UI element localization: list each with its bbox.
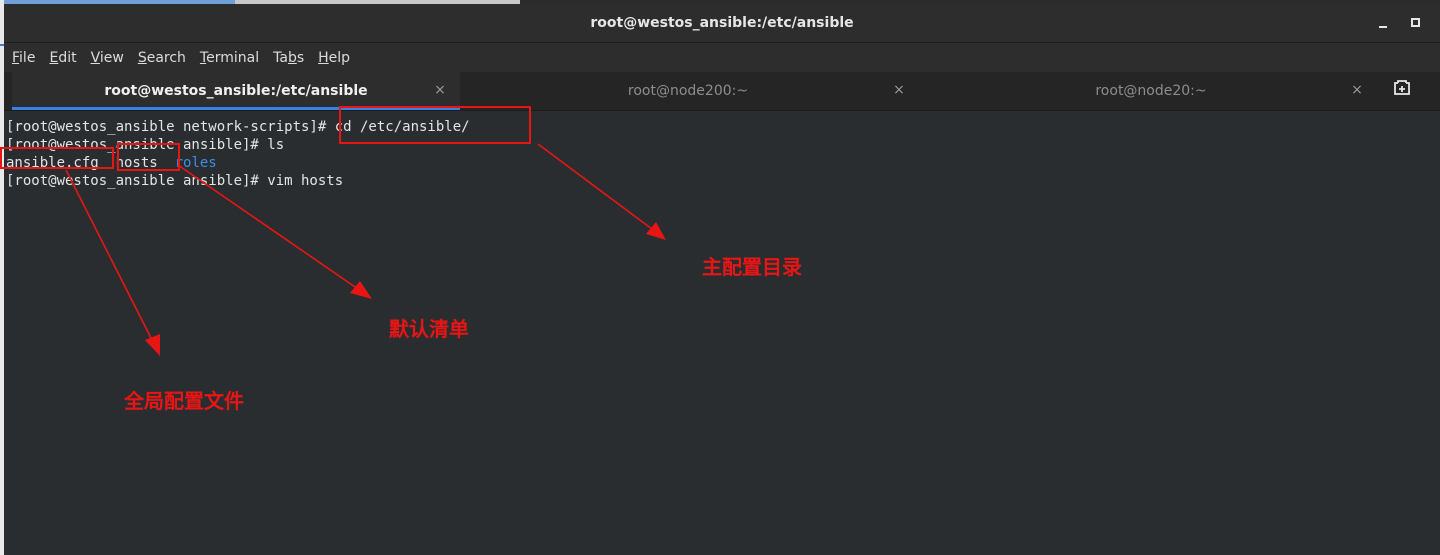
tab-node200[interactable]: root@node200:~ bbox=[464, 72, 912, 110]
menu-terminal[interactable]: Terminal bbox=[198, 50, 261, 66]
tab-bar: root@westos_ansible:/etc/ansible × root@… bbox=[4, 72, 1440, 111]
menu-view[interactable]: View bbox=[89, 50, 126, 66]
annotation-box-ansible-cfg bbox=[0, 147, 114, 169]
tab-node20[interactable]: root@node20:~ bbox=[916, 72, 1386, 110]
menu-edit[interactable]: Edit bbox=[47, 50, 78, 66]
tab-label: root@node20:~ bbox=[1095, 83, 1207, 99]
annotation-box-cd-command bbox=[339, 106, 531, 144]
annotation-global-config-label: 全局配置文件 bbox=[124, 389, 244, 413]
tab-label: root@node200:~ bbox=[627, 83, 749, 99]
tab-close-icon[interactable]: × bbox=[892, 82, 906, 98]
minimize-button[interactable] bbox=[1375, 14, 1393, 32]
new-tab-icon[interactable] bbox=[1394, 80, 1412, 96]
menu-bar: File Edit View Search Terminal Tabs Help bbox=[4, 43, 1440, 72]
menu-help[interactable]: Help bbox=[316, 50, 352, 66]
tab-close-icon[interactable]: × bbox=[433, 82, 447, 98]
annotation-default-inventory-label: 默认清单 bbox=[389, 317, 469, 341]
tab-label: root@westos_ansible:/etc/ansible bbox=[104, 83, 368, 99]
title-bar[interactable]: root@westos_ansible:/etc/ansible bbox=[4, 4, 1440, 43]
annotation-box-hosts bbox=[117, 143, 180, 171]
menu-tabs[interactable]: Tabs bbox=[271, 50, 306, 66]
terminal-line: [root@westos_ansible ansible]# vim hosts bbox=[6, 173, 344, 189]
menu-file[interactable]: File bbox=[10, 50, 37, 66]
terminal-output[interactable]: [root@westos_ansible network-scripts]# c… bbox=[4, 111, 1440, 555]
tab-close-icon[interactable]: × bbox=[1350, 82, 1364, 98]
maximize-button[interactable] bbox=[1407, 14, 1425, 32]
dir-roles: roles bbox=[174, 155, 217, 171]
tab-westos-ansible[interactable]: root@westos_ansible:/etc/ansible bbox=[12, 72, 460, 110]
annotation-main-dir-label: 主配置目录 bbox=[702, 255, 802, 279]
menu-search[interactable]: Search bbox=[136, 50, 188, 66]
window-title: root@westos_ansible:/etc/ansible bbox=[590, 15, 854, 31]
